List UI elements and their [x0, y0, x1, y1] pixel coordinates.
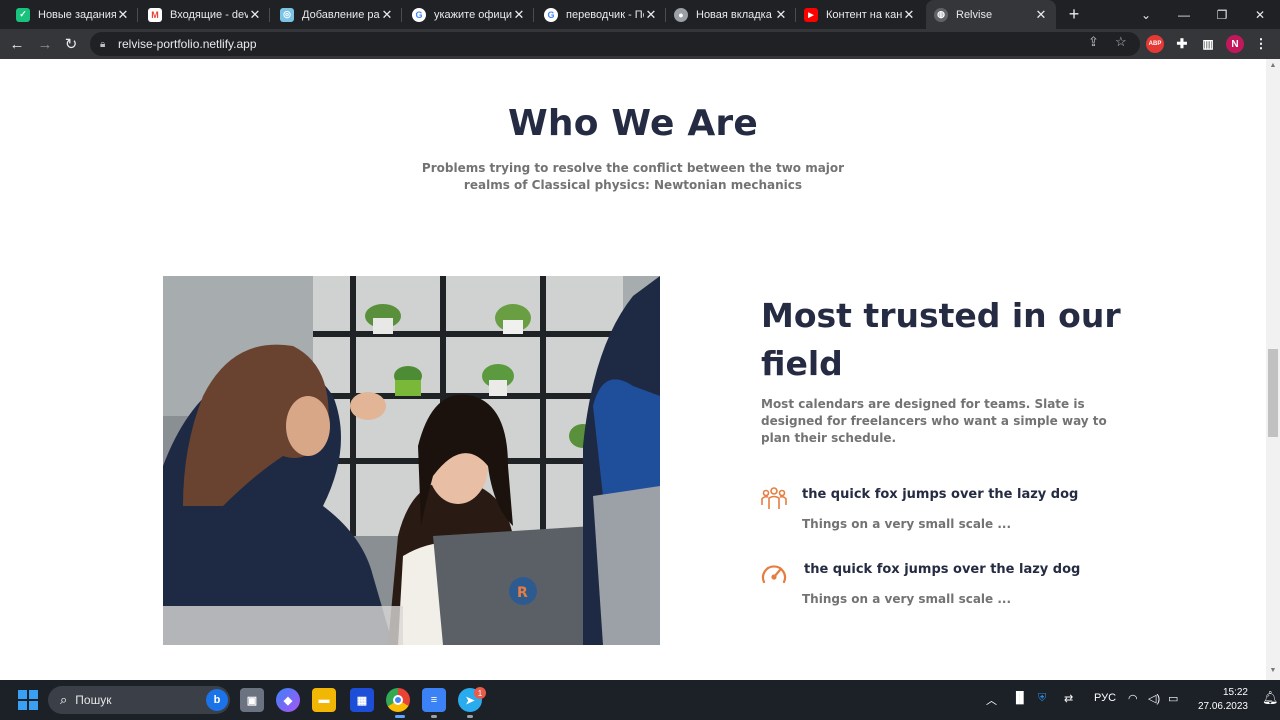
- system-clock[interactable]: 15:22 27.06.2023: [1192, 686, 1248, 714]
- tab-search-chevron-icon[interactable]: ⌄: [1128, 0, 1164, 29]
- taskbar-search-placeholder: Пошук: [75, 693, 112, 707]
- tab-3[interactable]: ◎ Добавление раб ✕: [272, 0, 402, 29]
- chrome-taskbar-icon[interactable]: [386, 688, 410, 712]
- lock-icon: 🔒︎: [100, 38, 106, 50]
- team-meeting-photo: R: [163, 276, 660, 645]
- windows-start-icon[interactable]: [16, 688, 40, 712]
- feature-item: the quick fox jumps over the lazy dog Th…: [760, 560, 1140, 610]
- side-panel-icon[interactable]: ▥: [1199, 35, 1217, 53]
- page-scrollbar[interactable]: ▲ ▼: [1266, 59, 1280, 680]
- close-icon[interactable]: ✕: [644, 7, 658, 23]
- scroll-up-arrow-icon[interactable]: ▲: [1269, 62, 1277, 69]
- forward-button[interactable]: →: [34, 33, 56, 55]
- web-page: Who We Are Problems trying to resolve th…: [0, 59, 1266, 680]
- bookmark-star-icon[interactable]: ☆: [1115, 34, 1127, 50]
- maximize-button[interactable]: ❐: [1204, 0, 1240, 29]
- scrollbar-thumb[interactable]: [1268, 349, 1278, 437]
- notification-bell-icon[interactable]: 🔔︎: [1262, 690, 1279, 706]
- scroll-down-arrow-icon[interactable]: ▼: [1269, 667, 1277, 674]
- close-icon[interactable]: ✕: [512, 7, 526, 23]
- tab-5[interactable]: G переводчик - По ✕: [536, 0, 666, 29]
- battery-icon[interactable]: ▭: [1168, 692, 1178, 705]
- notepad-icon[interactable]: ≡: [422, 688, 446, 712]
- browser-toolbar: ← → ↻ 🔒︎ relvise-portfolio.netlify.app ⇪…: [0, 29, 1280, 59]
- menu-kebab-icon[interactable]: ⋮: [1252, 35, 1270, 53]
- security-shield-icon[interactable]: ⛨: [1038, 692, 1046, 705]
- gmail-icon: M: [148, 7, 162, 22]
- wifi-icon[interactable]: ◠: [1128, 692, 1138, 705]
- section-subtitle: Problems trying to resolve the conflict …: [421, 161, 845, 192]
- adblock-extension-icon[interactable]: ABP: [1146, 35, 1164, 53]
- share-icon[interactable]: ⇪: [1088, 34, 1099, 50]
- input-language[interactable]: РУС: [1094, 692, 1116, 704]
- tab-4[interactable]: G укажите официа ✕: [404, 0, 534, 29]
- tray-app-icon[interactable]: ▐▌: [1012, 692, 1028, 704]
- close-icon[interactable]: ✕: [774, 7, 788, 23]
- reload-button[interactable]: ↻: [60, 33, 82, 55]
- globe-icon: ◍: [934, 7, 948, 22]
- address-bar[interactable]: 🔒︎ relvise-portfolio.netlify.app: [90, 32, 1140, 56]
- google-icon: G: [544, 7, 558, 22]
- team-icon: [760, 485, 788, 513]
- tab-title: Контент на канал: [826, 8, 902, 21]
- tab-7[interactable]: ▶ Контент на канал ✕: [796, 0, 924, 29]
- svg-text:R: R: [517, 585, 528, 601]
- chrome-icon: ●: [674, 7, 688, 22]
- tab-strip: ✓ Новые задания ✕ M Входящие - devel ✕ ◎…: [0, 0, 1280, 29]
- check-icon: ✓: [16, 7, 30, 22]
- feature-title: the quick fox jumps over the lazy dog: [802, 487, 1079, 502]
- volume-icon[interactable]: ◁): [1148, 692, 1160, 705]
- speedometer-icon: [760, 560, 788, 588]
- google-icon: G: [412, 7, 426, 22]
- feature-item: the quick fox jumps over the lazy dog Th…: [760, 485, 1140, 535]
- tab-title: Добавление раб: [302, 8, 380, 21]
- tab-title: укажите официа: [434, 8, 512, 21]
- feature-subtitle: Things on a very small scale ...: [802, 592, 1012, 606]
- tray-overflow-chevron-icon[interactable]: ︿: [986, 692, 997, 708]
- tray-settings-icon[interactable]: ⇄: [1064, 692, 1073, 705]
- tab-6[interactable]: ● Новая вкладка ✕: [666, 0, 796, 29]
- trust-title: Most trusted in our field: [761, 296, 1121, 383]
- close-icon[interactable]: ✕: [116, 7, 130, 23]
- file-explorer-icon[interactable]: ▬: [312, 688, 336, 712]
- tab-2[interactable]: M Входящие - devel ✕: [140, 0, 270, 29]
- telegram-badge: 1: [474, 687, 486, 699]
- feature-title: the quick fox jumps over the lazy dog: [804, 562, 1081, 577]
- youtube-icon: ▶: [804, 7, 818, 22]
- new-tab-button[interactable]: +: [1064, 4, 1084, 24]
- url-text: relvise-portfolio.netlify.app: [118, 37, 257, 51]
- tab-title: переводчик - По: [566, 8, 644, 21]
- tab-8-active[interactable]: ◍ Relvise ✕: [926, 0, 1056, 29]
- tab-1[interactable]: ✓ Новые задания ✕: [8, 0, 138, 29]
- tab-title: Relvise: [956, 8, 993, 21]
- bing-icon[interactable]: b: [206, 689, 228, 711]
- close-icon[interactable]: ✕: [1034, 7, 1048, 23]
- extensions-puzzle-icon[interactable]: ✚: [1173, 35, 1191, 53]
- close-icon[interactable]: ✕: [248, 7, 262, 23]
- feature-subtitle: Things on a very small scale ...: [802, 517, 1012, 531]
- trust-description: Most calendars are designed for teams. S…: [761, 397, 1107, 445]
- profile-avatar[interactable]: N: [1226, 35, 1244, 53]
- minimize-button[interactable]: —: [1166, 0, 1202, 29]
- tab-title: Новая вкладка: [696, 8, 772, 21]
- close-icon[interactable]: ✕: [380, 7, 394, 23]
- copilot-icon[interactable]: ◆: [276, 688, 300, 712]
- close-window-button[interactable]: ✕: [1242, 0, 1278, 29]
- task-view-icon[interactable]: ▣: [240, 688, 264, 712]
- search-icon: ⌕: [60, 692, 68, 707]
- taskbar-search[interactable]: ⌕ Пошук: [48, 686, 230, 714]
- clock-date: 27.06.2023: [1197, 701, 1248, 712]
- tab-title: Входящие - devel: [170, 8, 248, 21]
- section-title: Who We Are: [507, 103, 758, 144]
- clock-time: 15:22: [1222, 687, 1248, 698]
- app-icon: ◎: [280, 7, 294, 22]
- tab-title: Новые задания: [38, 8, 116, 21]
- back-button[interactable]: ←: [6, 33, 28, 55]
- calendar-app-icon[interactable]: ▦: [350, 688, 374, 712]
- windows-taskbar: ⌕ Пошук b ▣ ◆ ▬ ▦ ≡ ➤ 1 ︿ ▐▌ ⛨ ⇄ РУС ◠ ◁…: [0, 680, 1280, 720]
- close-icon[interactable]: ✕: [902, 7, 916, 23]
